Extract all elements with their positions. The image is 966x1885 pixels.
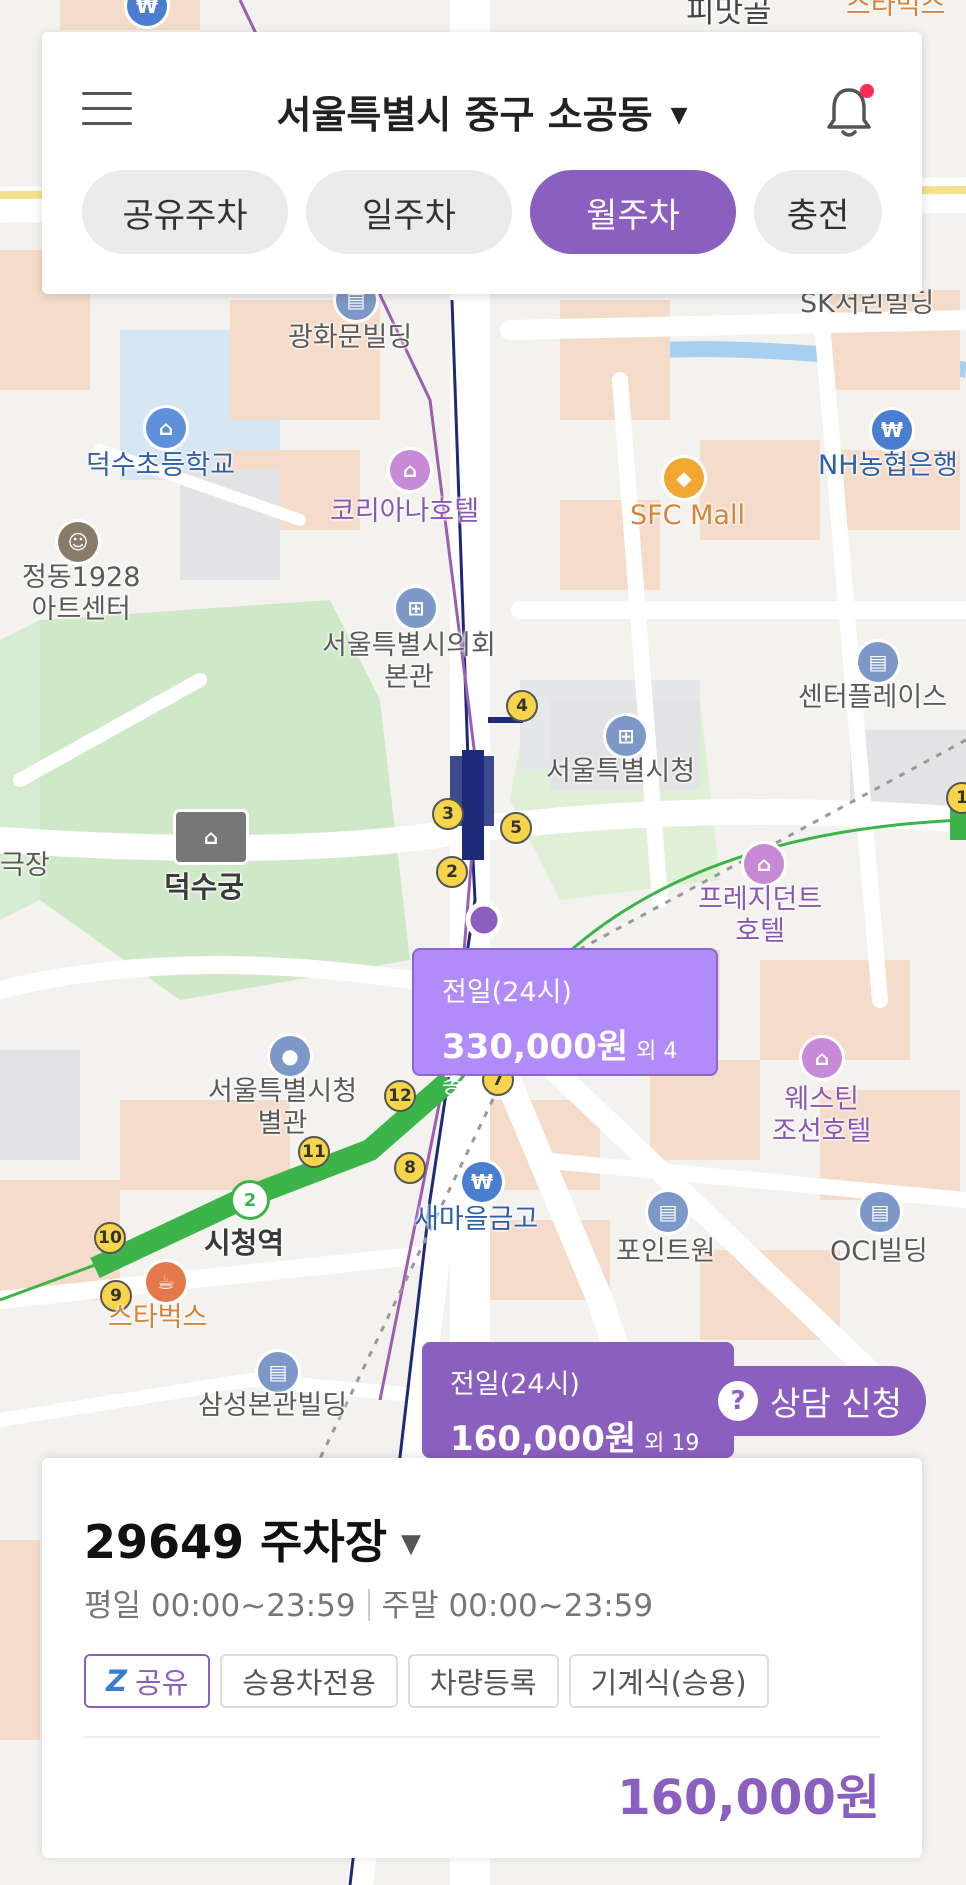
theater-icon: ☺ bbox=[58, 522, 98, 562]
map-label-president-hotel: 프레지던트 호텔 bbox=[698, 884, 823, 948]
map-label-saemaeul: 새마을금고 bbox=[414, 1204, 539, 1235]
map-label-deoksugung: 덕수궁 bbox=[164, 870, 245, 904]
map-label-nh-bank: NH농협은행 bbox=[818, 450, 958, 481]
building-icon: ▤ bbox=[860, 1192, 900, 1232]
map-label-starbucks: 스타벅스 bbox=[108, 1302, 208, 1333]
building-icon: ▤ bbox=[858, 642, 898, 682]
tab-monthly-parking[interactable]: 월주차 bbox=[530, 170, 736, 254]
marker-price: 330,000원 bbox=[442, 1027, 629, 1067]
tag-mechanical: 기계식(승용) bbox=[568, 1654, 769, 1708]
bank-icon: ₩ bbox=[462, 1162, 502, 1202]
map-label-starbucks-top: 스타벅스 bbox=[846, 0, 946, 21]
notification-button[interactable] bbox=[824, 84, 874, 140]
operating-hours: 평일 00:00~23:59 주말 00:00~23:59 bbox=[84, 1580, 653, 1625]
price-marker[interactable]: 전일(24시) 160,000원외 19종 bbox=[422, 1342, 734, 1458]
top-filter-card: 서울특별시 중구 소공동 ▼ 공유주차 일주차 월주차 충전 bbox=[42, 32, 922, 294]
tab-charging[interactable]: 충전 bbox=[754, 170, 882, 254]
subway-exit-3: 3 bbox=[432, 798, 464, 830]
building-icon: ▤ bbox=[258, 1352, 298, 1392]
subway-exit-8: 8 bbox=[394, 1152, 426, 1184]
tag-shared: Z 공유 bbox=[84, 1654, 211, 1708]
map-label-deoksu-school: 덕수초등학교 bbox=[86, 450, 236, 481]
map-label-samsung: 삼성본관빌딩 bbox=[198, 1390, 348, 1421]
divider bbox=[84, 1736, 880, 1738]
hotel-icon: ⌂ bbox=[744, 844, 784, 884]
hotel-icon: ⌂ bbox=[802, 1038, 842, 1078]
map-label-sfc-mall: SFC Mall bbox=[630, 500, 745, 531]
parking-type-tabs: 공유주차 일주차 월주차 충전 bbox=[82, 170, 882, 254]
marker-price: 160,000원 bbox=[450, 1419, 637, 1458]
notification-dot bbox=[860, 84, 874, 98]
map-label-city-hall-station: 시청역 bbox=[204, 1226, 285, 1260]
subway-exit-12: 12 bbox=[384, 1080, 416, 1112]
government-icon: ⊞ bbox=[396, 588, 436, 628]
map-label-city-hall-annex: 서울특별시청 별관 bbox=[208, 1076, 358, 1140]
shopping-icon: ◆ bbox=[664, 458, 704, 498]
consult-label: 상담 신청 bbox=[770, 1384, 902, 1423]
z-logo-icon: Z bbox=[106, 1664, 128, 1698]
government-icon: ⊞ bbox=[606, 716, 646, 756]
map-label-seoul-city-hall: 서울특별시청 bbox=[546, 756, 696, 787]
parking-lot-card[interactable]: 29649 주차장 ▼ 평일 00:00~23:59 주말 00:00~23:59 … bbox=[42, 1458, 922, 1858]
tab-daily-parking[interactable]: 일주차 bbox=[306, 170, 512, 254]
map-label-theater: 극장 bbox=[0, 850, 50, 881]
question-chat-icon: ? bbox=[718, 1381, 759, 1421]
lot-price: 160,000원 bbox=[617, 1770, 880, 1826]
caret-down-icon: ▼ bbox=[670, 103, 688, 128]
price-marker[interactable]: 전일(24시) 330,000원 외 4종 bbox=[412, 948, 718, 1099]
map-label-pointone: 포인트원 bbox=[616, 1236, 716, 1267]
marker-period: 전일(24시) bbox=[450, 1369, 580, 1400]
triangle-down-icon[interactable]: ▼ bbox=[401, 1529, 421, 1559]
weekend-hours: 주말 00:00~23:59 bbox=[381, 1588, 654, 1624]
map-label-westin-hotel: 웨스틴 조선호텔 bbox=[772, 1084, 872, 1148]
landmark-icon: ● bbox=[270, 1036, 310, 1076]
line2-station-icon: 2 bbox=[230, 1180, 270, 1220]
tab-shared-parking[interactable]: 공유주차 bbox=[82, 170, 288, 254]
tag-label: 공유 bbox=[135, 1666, 189, 1700]
marker-period: 전일(24시) bbox=[442, 977, 572, 1008]
hours-divider bbox=[367, 1589, 370, 1621]
palace-icon: ⌂ bbox=[176, 812, 246, 862]
lot-name: 29649 주차장 bbox=[84, 1515, 388, 1569]
region-label: 서울특별시 중구 소공동 bbox=[276, 93, 653, 137]
map-label-oci: OCI빌딩 bbox=[830, 1236, 928, 1267]
bank-icon: ₩ bbox=[872, 410, 912, 450]
map-label-pimatgol: 피맛골 bbox=[686, 0, 772, 30]
map-label-jeongdong: 정동1928 아트센터 bbox=[22, 562, 141, 626]
building-icon: ▤ bbox=[648, 1192, 688, 1232]
school-icon: ⌂ bbox=[146, 408, 186, 448]
subway-exit-5: 5 bbox=[500, 812, 532, 844]
subway-exit-10: 10 bbox=[94, 1222, 126, 1254]
weekday-hours: 평일 00:00~23:59 bbox=[84, 1588, 356, 1624]
subway-exit-11: 11 bbox=[298, 1136, 330, 1168]
map-label-center-place: 센터플레이스 bbox=[798, 682, 948, 713]
tag-vehicle-registration: 차량등록 bbox=[407, 1654, 559, 1708]
subway-exit-4: 4 bbox=[506, 690, 538, 722]
lot-title: 29649 주차장 ▼ bbox=[84, 1506, 421, 1572]
map-label-seoul-council: 서울특별시의회 본관 bbox=[322, 630, 496, 694]
cafe-icon: ☕ bbox=[146, 1262, 186, 1302]
map-label-gwanghwamun-bldg: 광화문빌딩 bbox=[288, 322, 413, 353]
region-selector[interactable]: 서울특별시 중구 소공동 ▼ bbox=[42, 84, 922, 139]
consult-request-button[interactable]: ? 상담 신청 bbox=[694, 1366, 926, 1436]
hotel-icon: ⌂ bbox=[390, 450, 430, 490]
map-label-koreana-hotel: 코리아나호텔 bbox=[330, 496, 480, 527]
subway-exit-2: 2 bbox=[436, 856, 468, 888]
lot-tags: Z 공유 승용차전용 차량등록 기계식(승용) bbox=[84, 1654, 769, 1708]
tag-passenger-only: 승용차전용 bbox=[220, 1654, 398, 1708]
